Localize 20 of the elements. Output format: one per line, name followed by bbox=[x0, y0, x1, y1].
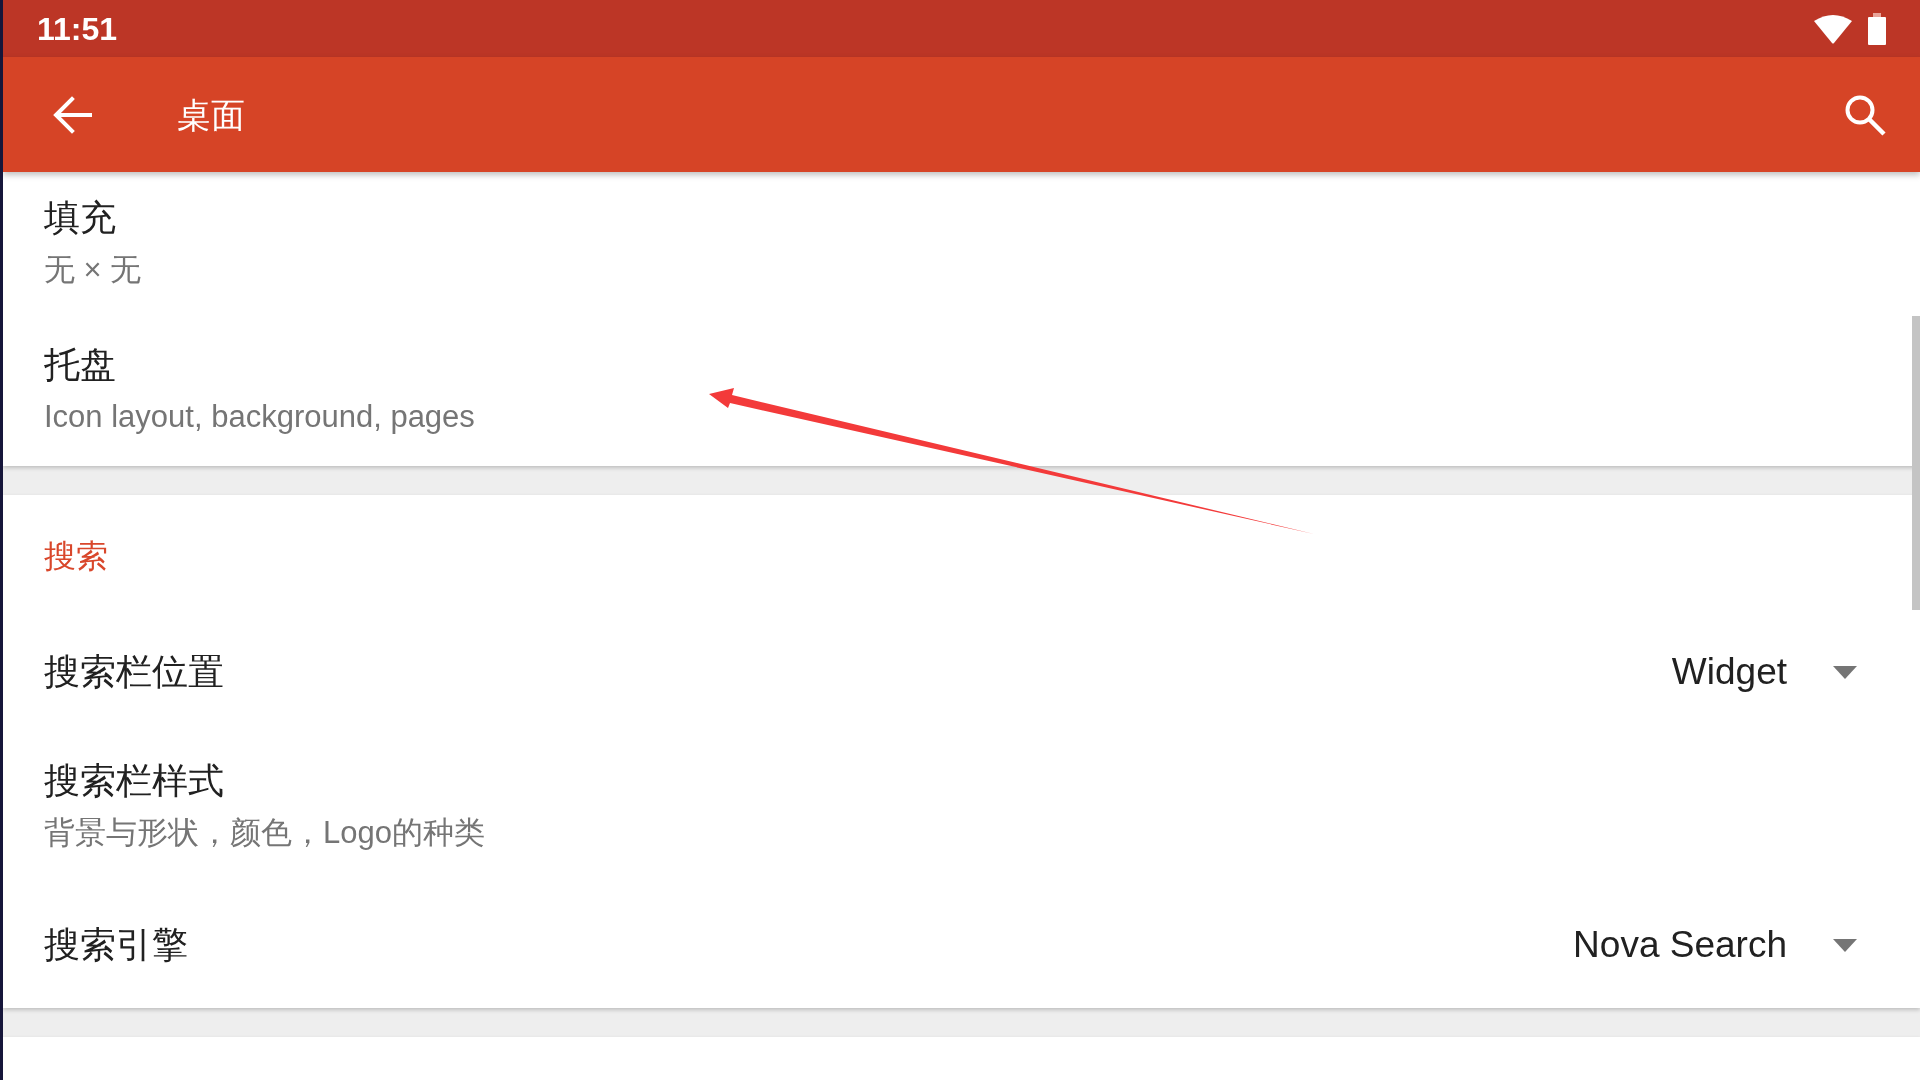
setting-summary: 无 × 无 bbox=[44, 251, 142, 289]
app-bar-title: 桌面 bbox=[177, 94, 245, 136]
caret-icon bbox=[1833, 665, 1857, 679]
battery-icon bbox=[1868, 12, 1886, 45]
caret-icon bbox=[1833, 938, 1857, 952]
section-header: 搜索 bbox=[44, 538, 108, 574]
dropdown[interactable]: Nova Search bbox=[1573, 923, 1857, 967]
search-icon bbox=[1844, 93, 1886, 136]
dropdown[interactable]: Widget bbox=[1671, 650, 1857, 694]
wifi-icon bbox=[1814, 13, 1852, 44]
scrollbar-thumb[interactable] bbox=[1912, 316, 1920, 610]
setting-summary: 背景与形状，颜色，Logo的种类 bbox=[44, 814, 485, 852]
setting-title: 搜索栏样式 bbox=[44, 759, 224, 803]
setting-title: 填充 bbox=[44, 196, 116, 240]
setting-title: 托盘 bbox=[44, 343, 116, 387]
setting-title: 搜索引擎 bbox=[44, 923, 188, 967]
setting-title: 搜索栏位置 bbox=[44, 650, 224, 694]
status-time: 11:51 bbox=[37, 9, 118, 49]
back-arrow-icon bbox=[52, 95, 92, 134]
setting-summary: Icon layout, background, pages bbox=[44, 398, 475, 436]
